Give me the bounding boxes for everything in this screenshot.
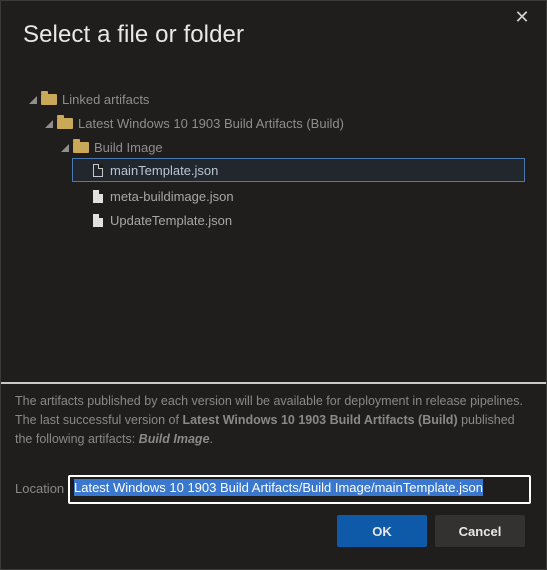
cancel-button[interactable]: Cancel — [435, 515, 525, 547]
folder-icon — [57, 114, 73, 129]
tree-file-meta-buildimage[interactable]: meta-buildimage.json — [93, 184, 234, 208]
tree-file-updatetemplate[interactable]: UpdateTemplate.json — [93, 208, 232, 232]
info-part3: . — [209, 432, 213, 446]
tree-node-label: meta-buildimage.json — [110, 188, 234, 204]
file-icon — [93, 189, 103, 203]
select-file-dialog: ✕ Select a file or folder Linked artifac… — [0, 0, 547, 570]
file-icon — [93, 163, 103, 177]
location-label: Location — [15, 481, 65, 496]
tree-node-label: Linked artifacts — [62, 91, 150, 107]
tree-node-linked-artifacts[interactable]: Linked artifacts — [29, 87, 149, 111]
expand-triangle-icon[interactable] — [45, 120, 53, 128]
folder-icon — [73, 138, 89, 153]
ok-button[interactable]: OK — [337, 515, 427, 547]
location-input[interactable]: Latest Windows 10 1903 Build Artifacts/B… — [68, 475, 531, 504]
divider — [1, 382, 546, 384]
folder-icon — [41, 90, 57, 105]
tree-node-artifact[interactable]: Latest Windows 10 1903 Build Artifacts (… — [45, 111, 344, 135]
close-icon[interactable]: ✕ — [512, 7, 532, 27]
info-artifacts-list: Build Image — [138, 432, 210, 446]
expand-triangle-icon[interactable] — [29, 96, 37, 104]
tree-node-label: mainTemplate.json — [110, 162, 219, 178]
info-text: The artifacts published by each version … — [15, 392, 535, 449]
tree-node-build-image[interactable]: Build Image — [61, 135, 163, 159]
info-artifact-name: Latest Windows 10 1903 Build Artifacts (… — [182, 413, 458, 427]
tree-node-label: Latest Windows 10 1903 Build Artifacts (… — [78, 115, 344, 131]
expand-triangle-icon[interactable] — [61, 144, 69, 152]
tree-file-maintemplate[interactable]: mainTemplate.json — [72, 158, 525, 182]
location-value: Latest Windows 10 1903 Build Artifacts/B… — [74, 479, 483, 496]
file-icon — [93, 213, 103, 227]
dialog-title: Select a file or folder — [23, 21, 245, 48]
tree-node-label: UpdateTemplate.json — [110, 212, 233, 228]
tree-node-label: Build Image — [94, 139, 163, 155]
